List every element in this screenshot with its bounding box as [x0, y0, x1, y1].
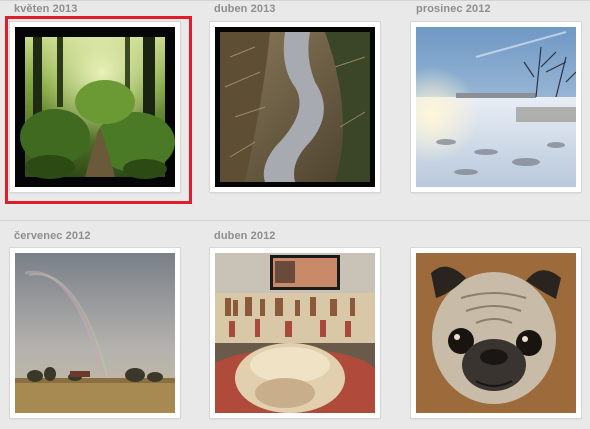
forest-path-photo — [15, 27, 175, 187]
photo-tile-prosinec-2012[interactable] — [411, 22, 581, 192]
row-divider — [0, 0, 590, 1]
dog-on-sofa-photo — [215, 253, 375, 413]
row-divider — [0, 220, 590, 221]
pug-closeup-photo — [416, 253, 576, 413]
photo-tile-duben-2013[interactable] — [210, 22, 380, 192]
photo-tile-cervenec-2012[interactable] — [10, 248, 180, 418]
month-label: prosinec 2012 — [416, 3, 491, 15]
month-label: duben 2012 — [214, 230, 276, 242]
snowy-field-photo — [416, 27, 576, 187]
month-label: duben 2013 — [214, 3, 276, 15]
photo-tile-kveten-2013[interactable] — [10, 22, 180, 192]
month-label: červenec 2012 — [14, 230, 91, 242]
rainbow-sky-photo — [15, 253, 175, 413]
photo-tile-duben-2012[interactable] — [210, 248, 380, 418]
photo-tile-pug[interactable] — [411, 248, 581, 418]
stream-ditch-photo — [215, 27, 375, 187]
month-label: květen 2013 — [14, 3, 78, 15]
